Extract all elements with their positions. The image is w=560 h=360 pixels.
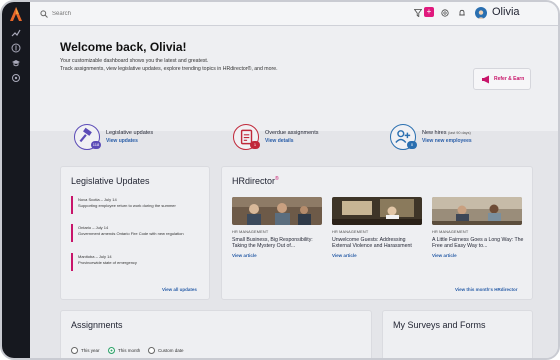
legislative-updates-card: Legislative Updates Nova Scotia – July 1…: [60, 166, 210, 300]
stat-title: Legislative updates: [106, 130, 154, 136]
side-rail: [2, 2, 30, 358]
update-heading: Manitoba – July 14: [78, 254, 112, 259]
top-bar: + Olivia: [30, 2, 558, 26]
view-article-link[interactable]: View article: [432, 253, 457, 258]
accent-bar: [71, 224, 73, 242]
filter-custom-date[interactable]: Custom date: [148, 347, 193, 355]
view-details-link[interactable]: View details: [265, 138, 294, 144]
radio-button[interactable]: [148, 347, 155, 354]
radio-label: This month: [118, 348, 141, 353]
list-item[interactable]: Manitoba – July 14 Provincewide state of…: [71, 253, 201, 271]
article-image: [232, 197, 322, 225]
registered-mark: ®: [275, 176, 279, 182]
add-button[interactable]: +: [424, 7, 434, 17]
help-icon[interactable]: [441, 9, 449, 17]
stats-row: 118 Legislative updates View updates 1 O…: [30, 122, 558, 160]
search-input[interactable]: [52, 8, 412, 20]
article-title: A Little Fairness Goes a Long Way: The F…: [432, 237, 524, 250]
view-monthly-hrdirector-link[interactable]: View this month's HRdirector: [455, 287, 518, 292]
accent-bar: [71, 253, 73, 271]
list-item[interactable]: Ontario – July 14 Government amends Onta…: [71, 224, 201, 242]
app-window: + Olivia Welcome back, Olivia! Your cust…: [0, 0, 560, 360]
radio-label: This year: [81, 348, 100, 353]
view-updates-link[interactable]: View updates: [106, 138, 138, 144]
welcome-line-1: Your customizable dashboard shows you th…: [60, 58, 209, 64]
stat-overdue-assignments: 1 Overdue assignments View details: [233, 122, 373, 160]
update-heading: Ontario – July 14: [78, 225, 109, 230]
article-image: [432, 197, 522, 225]
filter-icon[interactable]: [414, 9, 422, 17]
card-title: Assignments: [71, 320, 123, 330]
radio-label: Custom date: [158, 348, 184, 353]
radio-button-selected[interactable]: [108, 347, 115, 354]
refer-and-earn-label: Refer & Earn: [494, 76, 525, 82]
search-icon: [40, 10, 48, 18]
view-article-link[interactable]: View article: [332, 253, 357, 258]
article-title: Small Business, Big Responsibility: Taki…: [232, 237, 313, 250]
view-new-employees-link[interactable]: View new employees: [422, 138, 472, 144]
view-article-link[interactable]: View article: [232, 253, 257, 258]
stat-title: Overdue assignments: [265, 130, 319, 136]
stat-title-text: New hires: [422, 130, 447, 136]
welcome-description: Your customizable dashboard shows you th…: [60, 57, 360, 73]
hrdirector-title: HRdirector: [232, 176, 276, 186]
filter-this-year[interactable]: This year: [71, 347, 111, 355]
chart-icon[interactable]: [11, 28, 21, 38]
brand-logo[interactable]: [8, 6, 24, 22]
update-description: Provincewide state of emergency: [78, 260, 137, 265]
dollar-icon[interactable]: [11, 43, 21, 53]
stat-new-hires: 0 New hires (last 90 days) View new empl…: [390, 122, 550, 160]
update-heading: Nova Scotia – July 14: [78, 197, 117, 202]
card-title: HRdirector®: [232, 176, 279, 186]
dashboard-content: Welcome back, Olivia! Your customizable …: [30, 26, 558, 358]
list-item[interactable]: Nova Scotia – July 14 Supporting employe…: [71, 196, 201, 214]
surveys-forms-card: My Surveys and Forms: [382, 310, 533, 358]
search-box: [40, 8, 420, 20]
article-category: HR MANAGEMENT: [432, 230, 469, 234]
view-all-updates-link[interactable]: View all updates: [162, 287, 197, 292]
update-description: Government amends Ontario Fire Code with…: [78, 231, 184, 236]
megaphone-icon: [482, 75, 489, 84]
refer-and-earn-button[interactable]: Refer & Earn: [473, 68, 531, 90]
overdue-count-badge: 1: [250, 141, 260, 149]
article-image: [332, 197, 422, 225]
updates-count-badge: 118: [91, 141, 101, 149]
stat-title: New hires (last 90 days): [422, 130, 471, 136]
user-name[interactable]: Olivia: [492, 6, 520, 18]
new-hires-count-badge: 0: [407, 141, 417, 149]
welcome-banner: Welcome back, Olivia! Your customizable …: [30, 26, 558, 131]
radio-button[interactable]: [71, 347, 78, 354]
notification-bell-icon[interactable]: [458, 9, 466, 17]
article-title: Unwelcome Guests: Addressing External Vi…: [332, 237, 412, 250]
stat-title-note: (last 90 days): [447, 131, 471, 135]
filter-this-month[interactable]: This month: [108, 347, 148, 355]
graduation-icon[interactable]: [11, 58, 21, 68]
card-title: My Surveys and Forms: [393, 320, 486, 330]
support-icon[interactable]: [11, 73, 21, 83]
article-category: HR MANAGEMENT: [332, 230, 369, 234]
card-title: Legislative Updates: [71, 176, 150, 186]
welcome-line-2: Track assignments, view legislative upda…: [60, 66, 278, 72]
accent-bar: [71, 196, 73, 214]
article-category: HR MANAGEMENT: [232, 230, 269, 234]
update-description: Supporting employee return to work durin…: [78, 203, 176, 208]
page-title: Welcome back, Olivia!: [60, 40, 187, 54]
avatar[interactable]: [475, 7, 487, 19]
stat-legislative-updates: 118 Legislative updates View updates: [74, 122, 214, 160]
